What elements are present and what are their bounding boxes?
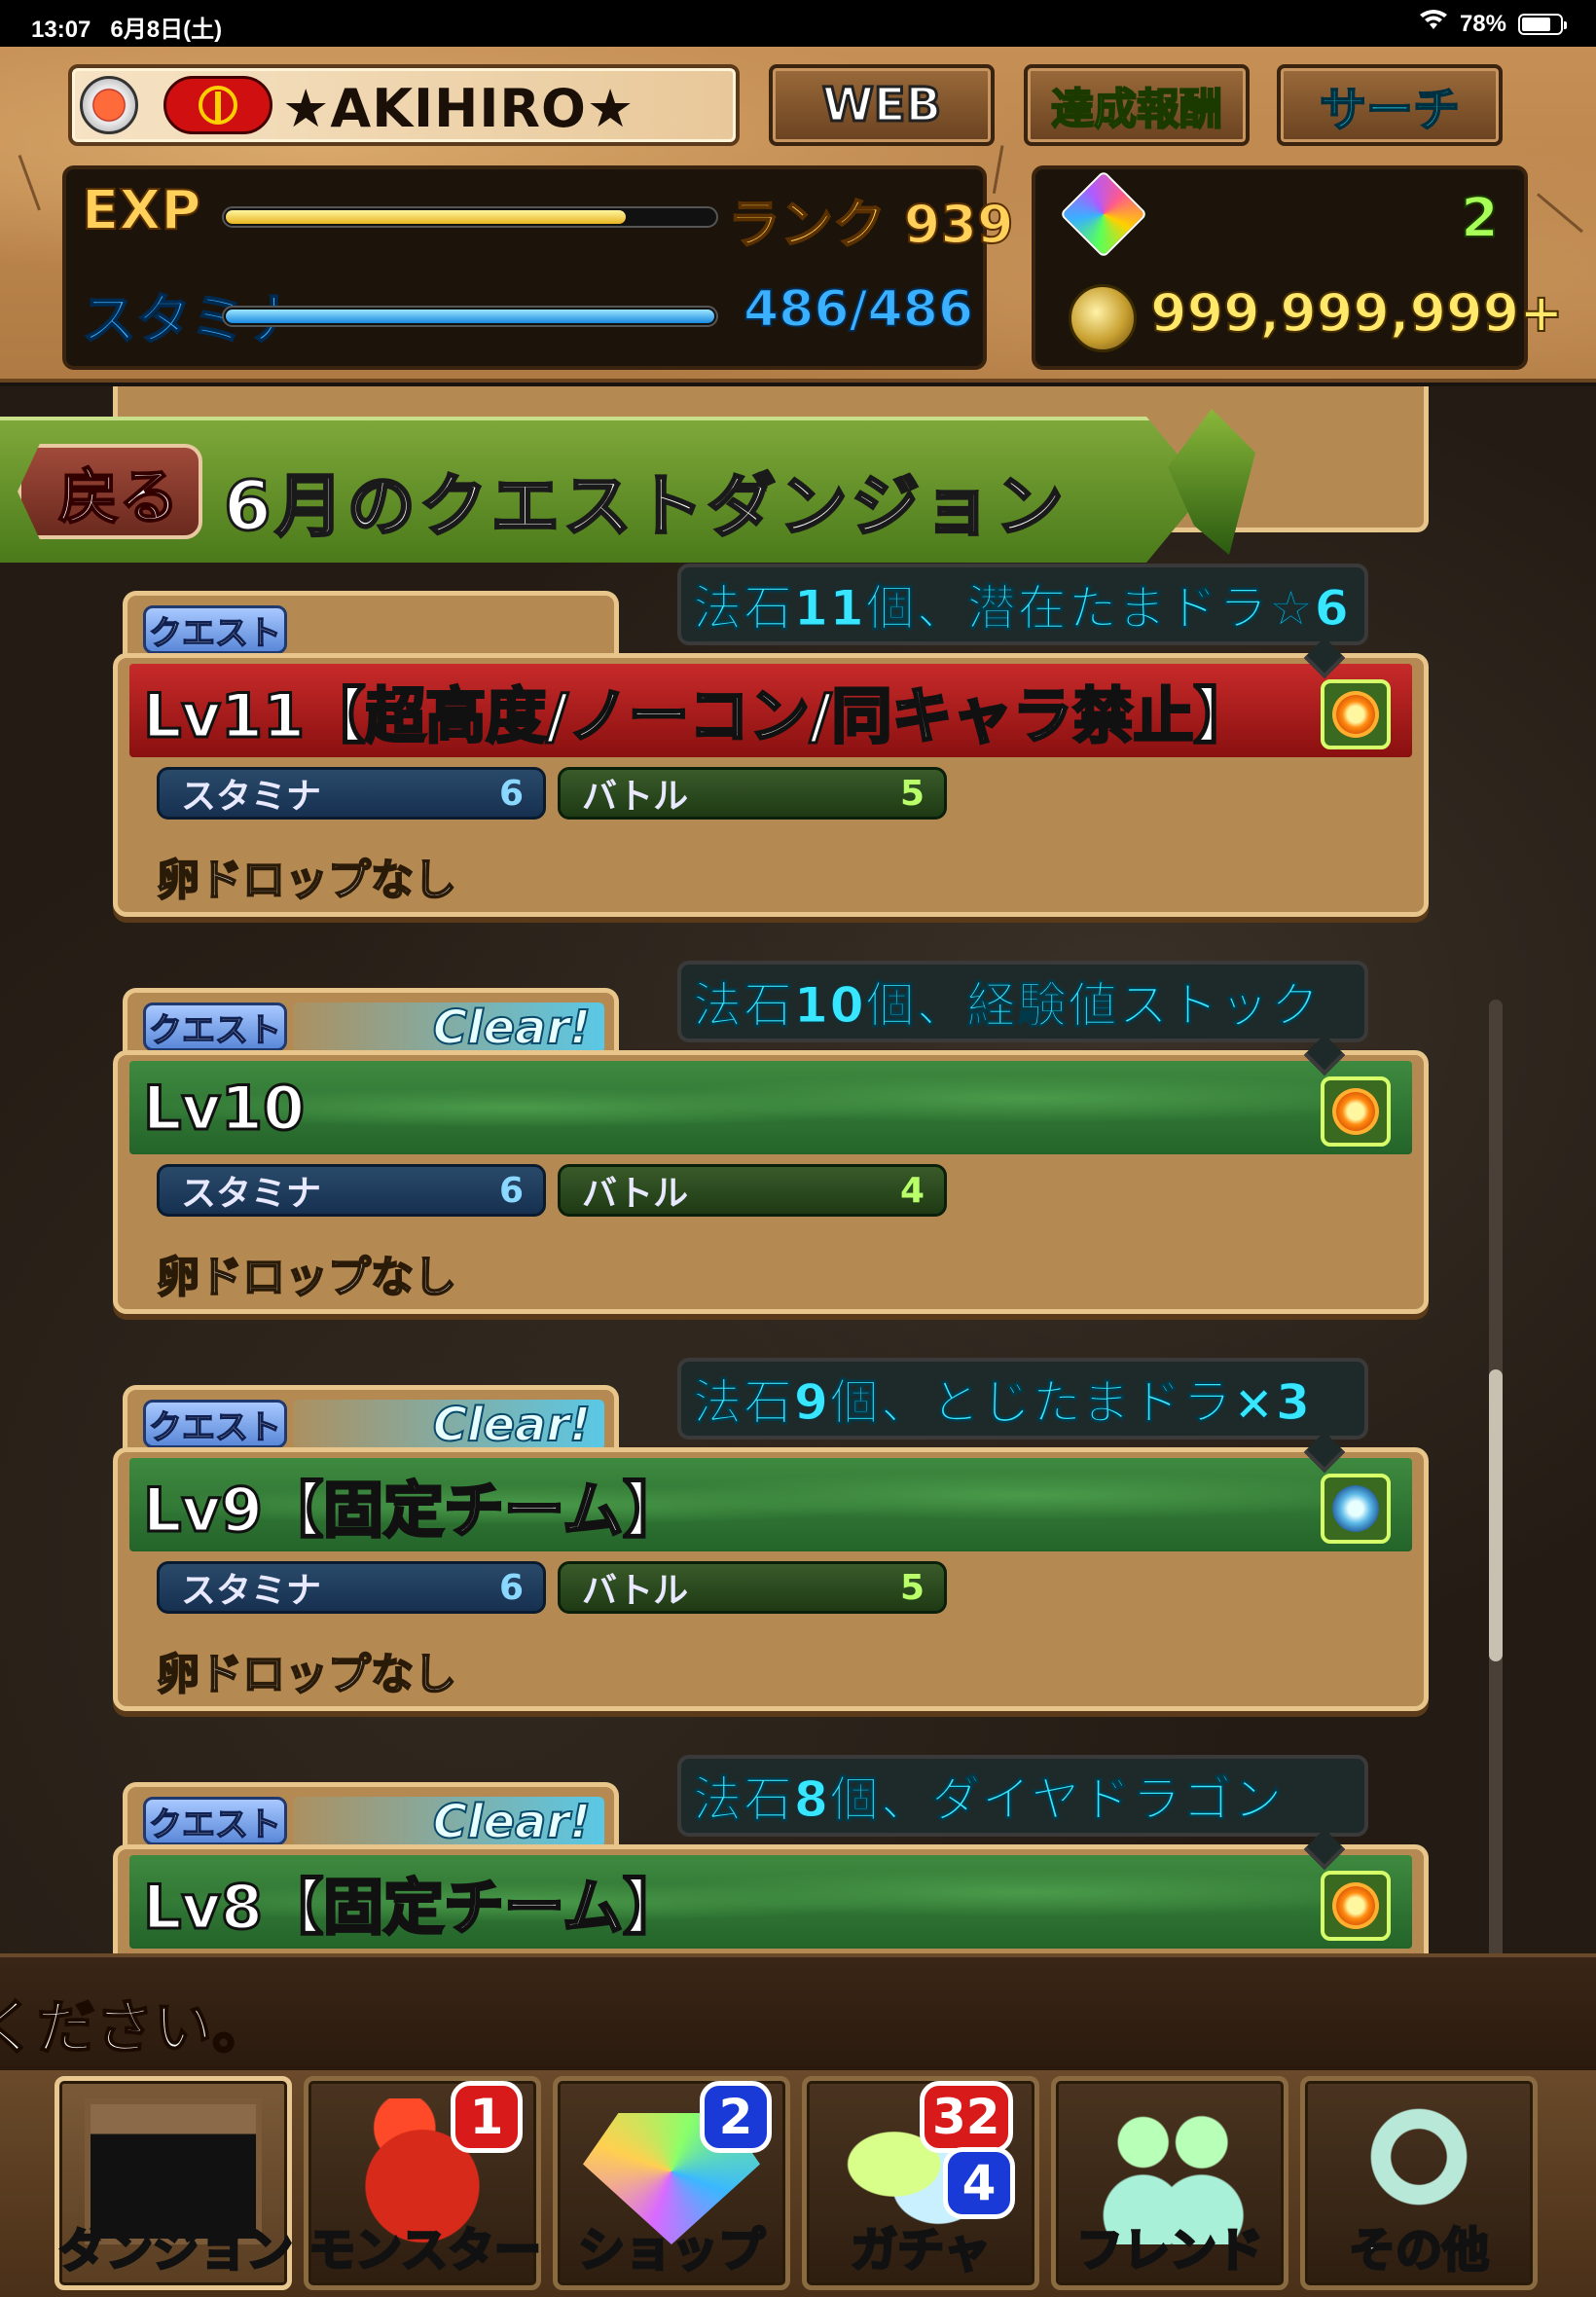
stamina-cost: スタミナ 6 xyxy=(157,1164,546,1217)
exp-bar xyxy=(222,206,718,228)
achievement-reward-button[interactable]: 達成報酬 xyxy=(1024,64,1250,146)
rank-value: ランク 939 xyxy=(727,193,1015,256)
tab-friend[interactable]: フレンド xyxy=(1051,2076,1288,2290)
water-attribute-icon xyxy=(1321,1474,1391,1544)
stamina-bar xyxy=(222,306,718,327)
quest-tag: クエスト xyxy=(143,1003,287,1051)
fire-attribute-icon xyxy=(1321,679,1391,749)
card-body: Lv11【超高度/ノーコン/同キャラ禁止】 スタミナ 6 バトル 5 卵ドロップなし xyxy=(113,653,1429,917)
card-title: Lv8【固定チーム】 xyxy=(141,1871,684,1945)
card-body: Lv9【固定チーム】 スタミナ 6 バトル 5 卵ドロップなし xyxy=(113,1447,1429,1711)
web-button[interactable]: WEB xyxy=(769,64,995,146)
tab-monster[interactable]: 1 モンスター xyxy=(304,2076,543,2290)
card-title-band: Lv11【超高度/ノーコン/同キャラ禁止】 xyxy=(129,664,1412,757)
tab-gacha[interactable]: 32 4 ガチャ xyxy=(802,2076,1039,2290)
bottom-tab-bar: ダンジョン 1 モンスター 2 ショップ 32 4 ガチャ フレンド その他 xyxy=(0,2070,1596,2297)
battle-count: バトル 4 xyxy=(558,1164,947,1217)
egg-drop-text: 卵ドロップなし xyxy=(156,855,457,906)
quest-tag: クエスト xyxy=(143,605,287,654)
player-name: ★AKIHIRO★ xyxy=(282,78,635,139)
stamina-cost: スタミナ 6 xyxy=(157,767,546,820)
notification-badge-secondary: 4 xyxy=(943,2147,1015,2219)
coin-icon xyxy=(1069,284,1137,352)
dungeon-card[interactable]: クエスト Clear! Lv8【固定チーム】 法石8個、ダイヤドラゴン xyxy=(113,1755,1429,1953)
dungeon-card[interactable]: クエスト Clear! Lv10 スタミナ 6 バトル 4 卵ドロップなし 法石10… xyxy=(113,961,1429,1314)
dungeon-card[interactable]: クエスト Clear! Lv9【固定チーム】 スタミナ 6 バトル 5 卵ドロップな… xyxy=(113,1358,1429,1711)
fire-attribute-icon xyxy=(1321,1076,1391,1147)
card-title: Lv10 xyxy=(141,1071,306,1145)
quest-tag: クエスト xyxy=(143,1797,287,1845)
dungeon-card[interactable]: クエスト Lv11【超高度/ノーコン/同キャラ禁止】 スタミナ 6 バトル 5 卵ド… xyxy=(113,564,1429,917)
magic-stone-icon xyxy=(1059,169,1148,259)
player-header: ★AKIHIRO★ WEB 達成報酬 サーチ EXP ランク 939 スタミナ … xyxy=(0,47,1596,383)
fire-attribute-icon xyxy=(1321,1871,1391,1941)
notification-badge: 2 xyxy=(700,2081,772,2153)
coin-count: 999,999,999+ xyxy=(1149,281,1564,345)
reward-bubble: 法石8個、ダイヤドラゴン xyxy=(677,1755,1368,1837)
tab-label: ショップ xyxy=(576,2222,766,2279)
tab-shop[interactable]: 2 ショップ xyxy=(553,2076,790,2290)
stone-crack xyxy=(1537,193,1583,234)
stone-crack xyxy=(18,154,41,211)
instruction-text: ください。 xyxy=(0,1993,272,2063)
currency-panel: 2 999,999,999+ xyxy=(1032,165,1564,370)
wifi-icon xyxy=(1419,10,1448,38)
clear-badge: Clear! xyxy=(293,1397,604,1453)
battle-count: バトル 5 xyxy=(558,1561,947,1614)
dragon-wing-icon xyxy=(1168,409,1255,555)
dungeon-nav-bar: 戻る 6月のクエストダンジョン xyxy=(0,409,1265,565)
avatar[interactable] xyxy=(80,76,138,134)
clear-badge: Clear! xyxy=(293,1000,604,1056)
tab-label: フレンド xyxy=(1074,2222,1264,2279)
back-button[interactable]: 戻る xyxy=(18,444,202,539)
player-name-bar[interactable]: ★AKIHIRO★ xyxy=(68,64,740,146)
dungeon-list[interactable]: クエスト Lv11【超高度/ノーコン/同キャラ禁止】 スタミナ 6 バトル 5 卵ド… xyxy=(0,386,1596,1953)
exp-bar-fill xyxy=(226,210,626,224)
quest-tag: クエスト xyxy=(143,1400,287,1448)
status-bar: 13:07 6月8日(土) 78% xyxy=(0,0,1596,47)
emblem-icon xyxy=(163,76,272,134)
card-title-band: Lv9【固定チーム】 xyxy=(129,1458,1412,1551)
card-body: Lv10 スタミナ 6 バトル 4 卵ドロップなし xyxy=(113,1050,1429,1314)
egg-drop-text: 卵ドロップなし xyxy=(156,1252,457,1303)
egg-drop-text: 卵ドロップなし xyxy=(156,1649,457,1700)
stamina-bar-fill xyxy=(226,310,714,323)
battle-count: バトル 5 xyxy=(558,767,947,820)
reward-bubble: 法石9個、とじたまドラ×3 xyxy=(677,1358,1368,1440)
tab-label: ガチャ xyxy=(850,2222,993,2279)
reward-bubble: 法石10個、経験値ストック xyxy=(677,961,1368,1042)
battery-percent: 78% xyxy=(1459,10,1506,37)
stamina-value: 486/486 xyxy=(743,279,974,340)
tab-label: その他 xyxy=(1347,2222,1490,2279)
card-title: Lv11【超高度/ノーコン/同キャラ禁止】 xyxy=(142,679,1255,753)
stamina-cost: スタミナ 6 xyxy=(157,1561,546,1614)
card-body: Lv8【固定チーム】 xyxy=(113,1844,1429,1953)
message-strip: ください。 xyxy=(0,1953,1596,2070)
card-title: Lv9【固定チーム】 xyxy=(141,1474,684,1548)
battery-icon xyxy=(1518,13,1567,35)
magic-stone-count: 2 xyxy=(1460,186,1500,251)
player-stats-panel: EXP ランク 939 スタミナ 486/486 xyxy=(62,165,1015,370)
card-title-band: Lv10 xyxy=(129,1061,1412,1154)
tab-dungeon[interactable]: ダンジョン xyxy=(54,2076,295,2290)
status-time: 13:07 6月8日(土) xyxy=(31,17,223,43)
scrollbar[interactable] xyxy=(1489,1000,1503,1953)
tab-label: ダンジョン xyxy=(58,2222,295,2279)
card-title-band: Lv8【固定チーム】 xyxy=(129,1855,1412,1949)
notification-badge: 1 xyxy=(451,2081,523,2153)
reward-bubble: 法石11個、潜在たまドラ☆6 xyxy=(677,564,1368,645)
tab-label: モンスター xyxy=(308,2222,543,2279)
exp-label: EXP xyxy=(81,178,201,243)
page-title: 6月のクエストダンジョン xyxy=(223,465,1068,548)
clear-badge: Clear! xyxy=(293,1794,604,1850)
notification-badge: 32 xyxy=(920,2081,1013,2153)
status-right: 78% xyxy=(1419,10,1567,38)
tab-other[interactable]: その他 xyxy=(1300,2076,1538,2290)
scrollbar-thumb[interactable] xyxy=(1489,1369,1503,1661)
search-button[interactable]: サーチ xyxy=(1277,64,1503,146)
battery-level xyxy=(1522,17,1550,31)
